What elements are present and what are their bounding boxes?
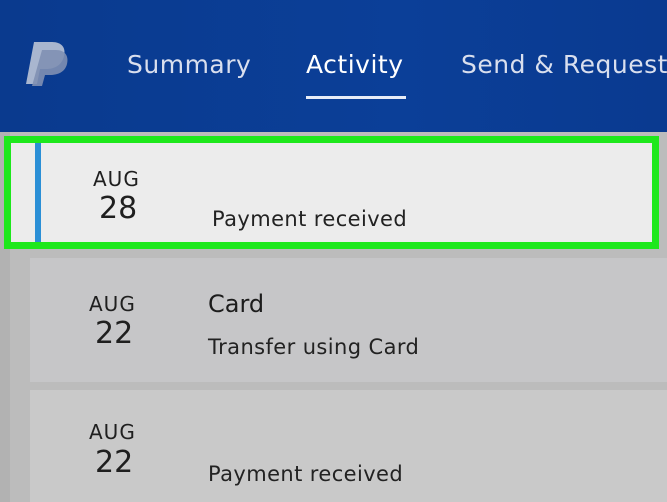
item-day: 22 <box>95 316 134 351</box>
active-tab-underline <box>306 96 406 99</box>
item-subtitle: Payment received <box>212 207 408 231</box>
activity-list-item[interactable]: AUG 22 Card Transfer using Card <box>30 258 667 382</box>
selection-accent-bar <box>35 143 41 242</box>
item-month: AUG <box>89 292 136 316</box>
item-day: 22 <box>95 445 134 480</box>
item-subtitle: Transfer using Card <box>208 335 420 359</box>
nav-send-request-tab[interactable]: Send & Request <box>461 50 667 79</box>
item-title: Card <box>208 290 265 318</box>
activity-list-item-selected[interactable]: AUG 28 Payment received <box>4 136 659 249</box>
activity-list-item[interactable]: AUG 22 Payment received <box>30 390 667 502</box>
item-month: AUG <box>89 420 136 444</box>
item-month: AUG <box>93 167 140 191</box>
top-navigation-bar: Summary Activity Send & Request <box>0 0 667 132</box>
nav-summary-tab[interactable]: Summary <box>127 50 251 79</box>
nav-activity-tab[interactable]: Activity <box>306 50 404 79</box>
item-subtitle: Payment received <box>208 462 404 486</box>
paypal-logo-icon[interactable] <box>22 40 72 86</box>
item-day: 28 <box>99 191 138 226</box>
